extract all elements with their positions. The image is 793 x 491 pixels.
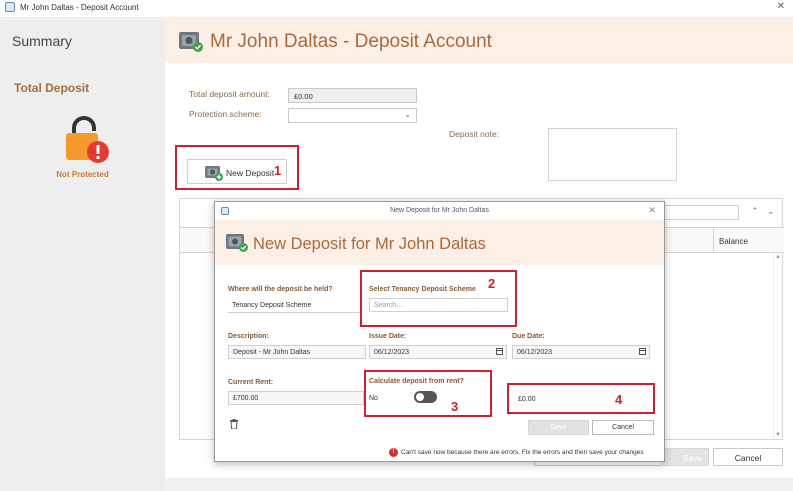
trash-icon[interactable] <box>230 416 238 430</box>
sidebar-summary[interactable]: Summary <box>12 33 72 49</box>
dialog-title: New Deposit for Mr John Daltas <box>253 235 486 253</box>
bottom-strip <box>165 478 793 491</box>
safe-icon <box>178 31 204 58</box>
chevron-down-icon: ⌄ <box>404 110 411 119</box>
deposit-held-select[interactable]: Tenancy Deposit Scheme <box>228 299 362 313</box>
description-input[interactable]: Deposit - Mr John Daltas <box>228 345 366 359</box>
error-icon: ! <box>389 448 398 457</box>
issue-date-input[interactable]: 06/12/2023 <box>369 345 507 359</box>
column-divider <box>713 227 714 253</box>
annotation-number-1: 1 <box>274 163 282 178</box>
total-deposit-label: Total deposit amount: <box>189 89 270 99</box>
deposit-held-label: Where will the deposit be held? <box>228 286 333 293</box>
padlock-warning-icon <box>64 115 114 165</box>
deposit-held-value: Tenancy Deposit Scheme <box>232 302 312 309</box>
chevron-up-icon[interactable]: ⌃ <box>751 206 759 217</box>
dialog-window-title: New Deposit for Mr John Daltas <box>390 207 489 214</box>
scroll-up-icon[interactable]: ▲ <box>775 254 781 260</box>
annotation-number-3: 3 <box>451 399 459 414</box>
close-icon[interactable]: ✕ <box>777 1 785 12</box>
current-rent-label: Current Rent: <box>228 379 274 386</box>
annotation-number-4: 4 <box>615 392 623 407</box>
annotation-box-4 <box>507 383 655 414</box>
dialog-header: New Deposit for Mr John Daltas <box>215 220 664 265</box>
protection-scheme-label: Protection scheme: <box>189 109 262 119</box>
error-bar: ! Can't save now because there are error… <box>215 446 664 460</box>
cancel-button[interactable]: Cancel <box>713 448 783 466</box>
save-button[interactable]: Save <box>663 448 709 466</box>
due-date-input[interactable]: 06/12/2023 <box>512 345 650 359</box>
grid-scrollbar[interactable]: ▲ ▼ <box>773 253 782 439</box>
scroll-down-icon[interactable]: ▼ <box>775 432 781 438</box>
deposit-note-field[interactable] <box>548 128 677 181</box>
annotation-box-3 <box>364 370 492 417</box>
balance-column-header[interactable]: Balance <box>719 237 748 246</box>
description-label: Description: <box>228 333 269 340</box>
protection-status: Not Protected <box>56 170 109 179</box>
dialog-save-button[interactable]: Save <box>528 420 589 435</box>
error-message: Can't save now because there are errors.… <box>401 449 644 456</box>
annotation-number-2: 2 <box>488 276 496 291</box>
title-bar: Mr John Daltas - Deposit Account ✕ <box>0 0 793 16</box>
sidebar-total-deposit[interactable]: Total Deposit <box>14 81 89 95</box>
page-title: Mr John Daltas - Deposit Account <box>210 31 492 52</box>
current-rent-input[interactable]: £700.00 <box>228 391 364 405</box>
dialog-cancel-button[interactable]: Cancel <box>592 420 654 435</box>
window-title: Mr John Daltas - Deposit Account <box>20 3 139 12</box>
issue-date-label: Issue Date: <box>369 333 407 340</box>
app-icon <box>5 2 15 12</box>
deposit-note-label: Deposit note: <box>449 129 500 139</box>
protection-scheme-select[interactable]: ⌄ <box>288 108 417 123</box>
page-header: Mr John Daltas - Deposit Account <box>165 17 793 63</box>
due-date-label: Due Date: <box>512 333 545 340</box>
dialog-title-bar: New Deposit for Mr John Daltas ✕ <box>215 202 664 220</box>
calendar-icon[interactable] <box>496 348 503 355</box>
total-deposit-field: £0.00 <box>288 88 417 103</box>
issue-date-value: 06/12/2023 <box>374 349 410 356</box>
safe-icon <box>225 233 249 258</box>
due-date-value: 06/12/2023 <box>517 349 553 356</box>
chevron-down-icon[interactable]: ⌄ <box>767 206 775 217</box>
sidebar: Summary Total Deposit Not Protected <box>0 17 165 491</box>
dialog-close-icon[interactable]: ✕ <box>648 205 656 216</box>
deposit-account-window: Mr John Daltas - Deposit Account ✕ Summa… <box>0 0 793 491</box>
grid-search-input[interactable] <box>663 205 739 220</box>
calendar-icon[interactable] <box>639 348 646 355</box>
